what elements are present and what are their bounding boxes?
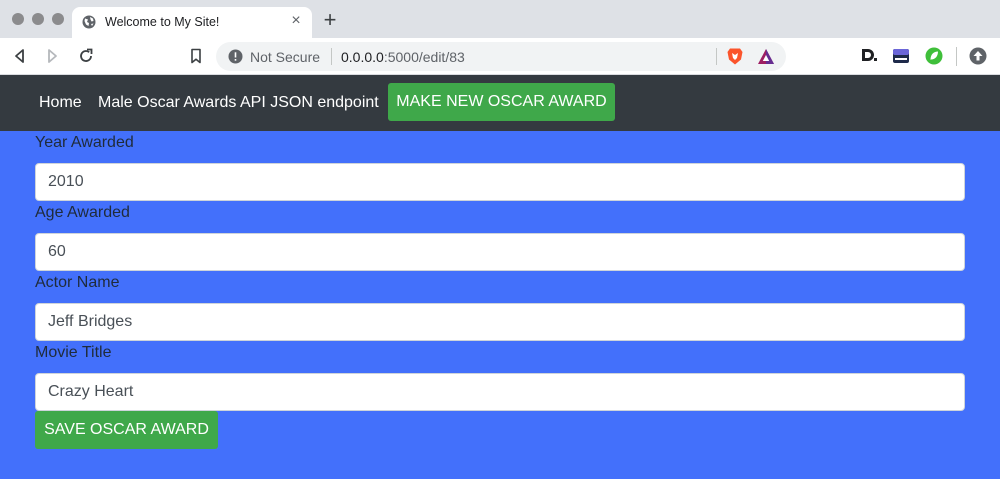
leaf-extension-icon[interactable] (925, 47, 943, 65)
browser-tab[interactable]: Welcome to My Site! × (72, 7, 312, 38)
browser-toolbar: Not Secure 0.0.0.0:5000/edit/83 (0, 38, 1000, 75)
bookmark-icon[interactable] (186, 46, 206, 66)
back-icon[interactable] (10, 46, 30, 66)
movie-title-label: Movie Title (35, 344, 112, 361)
tab-title: Welcome to My Site! (105, 15, 220, 29)
forward-icon[interactable] (42, 46, 62, 66)
url-path: :5000/edit/83 (383, 49, 465, 65)
age-awarded-input[interactable] (35, 233, 965, 271)
info-icon[interactable] (228, 49, 243, 64)
actor-name-input[interactable] (35, 303, 965, 341)
toolbar-separator (956, 47, 957, 66)
brave-shield-icon[interactable] (726, 47, 744, 66)
brave-rewards-icon[interactable] (757, 48, 775, 65)
address-bar[interactable]: Not Secure 0.0.0.0:5000/edit/83 (216, 42, 786, 71)
window-maximize-button[interactable] (52, 13, 64, 25)
year-awarded-label: Year Awarded (35, 134, 134, 151)
window-minimize-button[interactable] (32, 13, 44, 25)
api-json-link[interactable]: Male Oscar Awards API JSON endpoint (98, 94, 379, 112)
age-awarded-label: Age Awarded (35, 204, 130, 221)
url-text[interactable]: 0.0.0.0:5000/edit/83 (341, 49, 465, 65)
movie-title-input[interactable] (35, 373, 965, 411)
security-status[interactable]: Not Secure (250, 49, 320, 65)
browser-tab-bar: Welcome to My Site! × + (0, 0, 1000, 38)
make-new-award-button[interactable]: MAKE NEW OSCAR AWARD (388, 83, 615, 121)
edit-award-form: Year Awarded Age Awarded Actor Name Movi… (0, 131, 1000, 479)
address-separator (716, 48, 717, 65)
plus-icon[interactable]: + (320, 9, 340, 31)
reload-icon[interactable] (76, 46, 96, 66)
url-host: 0.0.0.0 (341, 49, 384, 65)
update-icon[interactable] (969, 47, 987, 65)
window-close-button[interactable] (12, 13, 24, 25)
address-separator (331, 48, 332, 65)
bar-extension-icon[interactable] (892, 47, 910, 65)
home-link[interactable]: Home (39, 94, 82, 112)
globe-icon (82, 15, 96, 29)
close-icon[interactable]: × (288, 13, 304, 29)
site-navbar: Home Male Oscar Awards API JSON endpoint… (0, 75, 1000, 131)
d-extension-icon[interactable] (860, 47, 878, 65)
actor-name-label: Actor Name (35, 274, 120, 291)
save-award-button[interactable]: SAVE OSCAR AWARD (35, 411, 218, 449)
year-awarded-input[interactable] (35, 163, 965, 201)
